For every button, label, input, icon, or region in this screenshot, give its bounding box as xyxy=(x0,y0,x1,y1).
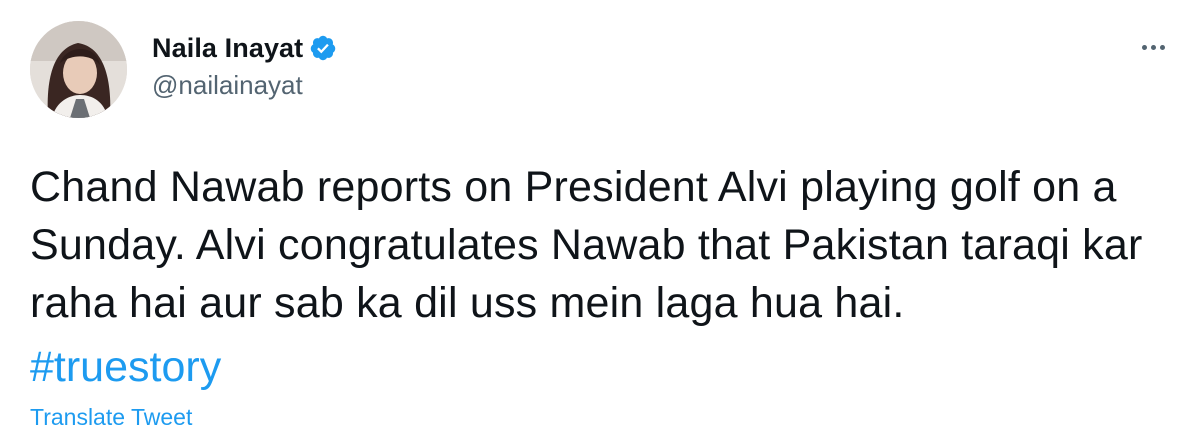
tweet-text: Chand Nawab reports on President Alvi pl… xyxy=(30,163,1143,327)
avatar[interactable] xyxy=(30,21,127,118)
author-block: Naila Inayat @nailainayat xyxy=(152,30,337,101)
more-dot xyxy=(1141,44,1147,50)
name-row: Naila Inayat xyxy=(152,30,337,66)
more-options-icon[interactable] xyxy=(1136,32,1170,62)
more-dot xyxy=(1159,44,1165,50)
author-handle[interactable]: @nailainayat xyxy=(152,70,337,101)
verified-badge-icon xyxy=(309,34,337,62)
tweet-card: Naila Inayat @nailainayat Chand Nawab re… xyxy=(0,0,1200,446)
more-dot xyxy=(1150,44,1156,50)
author-display-name[interactable]: Naila Inayat xyxy=(152,33,303,64)
hashtag-link[interactable]: #truestory xyxy=(30,338,221,396)
translate-tweet-link[interactable]: Translate Tweet xyxy=(30,404,192,431)
avatar-image xyxy=(30,21,127,118)
